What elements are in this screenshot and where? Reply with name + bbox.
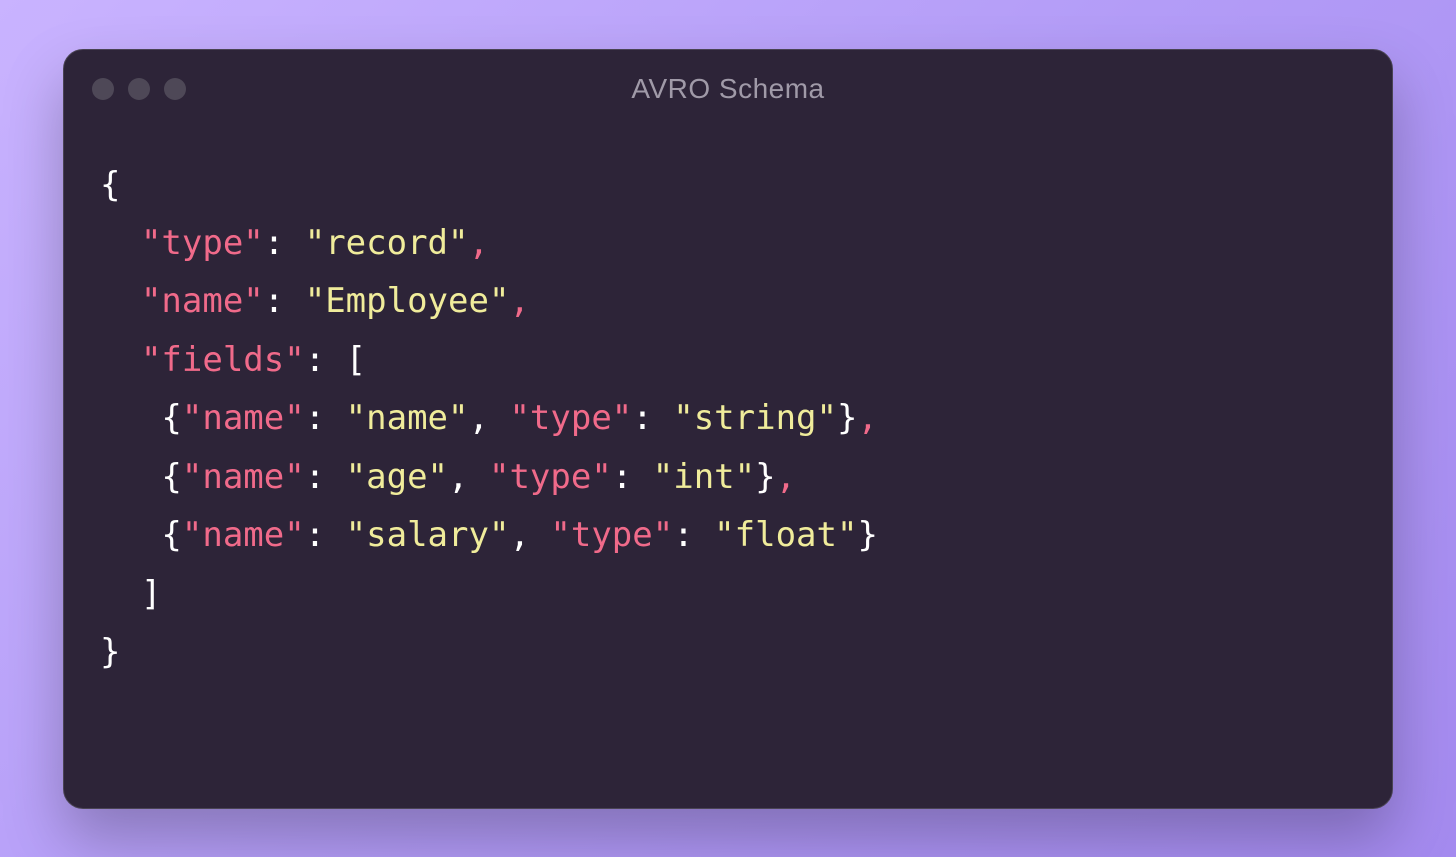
colon: : xyxy=(305,340,346,380)
field3-name-val: "salary" xyxy=(346,515,510,555)
colon: : xyxy=(264,223,305,263)
bracket-open: [ xyxy=(346,340,366,380)
window-title: AVRO Schema xyxy=(631,73,824,105)
brace-close: } xyxy=(755,457,775,497)
code-content: { "type": "record", "name": "Employee", … xyxy=(64,128,1392,808)
brace-close: } xyxy=(100,632,120,672)
field2-name-val: "age" xyxy=(346,457,448,497)
code-window: AVRO Schema { "type": "record", "name": … xyxy=(63,49,1393,809)
minimize-icon[interactable] xyxy=(128,78,150,100)
field2-type-key: "type" xyxy=(489,457,612,497)
sep: , xyxy=(509,515,550,555)
maximize-icon[interactable] xyxy=(164,78,186,100)
traffic-lights xyxy=(92,78,186,100)
colon: : xyxy=(305,515,346,555)
brace-open: { xyxy=(161,457,181,497)
val-employee: "Employee" xyxy=(305,281,510,321)
sep: , xyxy=(469,398,510,438)
brace-close: } xyxy=(857,515,877,555)
key-fields: "fields" xyxy=(141,340,305,380)
field1-name-key: "name" xyxy=(182,398,305,438)
field1-type-val: "string" xyxy=(673,398,837,438)
val-record: "record" xyxy=(305,223,469,263)
bracket-close: ] xyxy=(141,574,161,614)
brace-open: { xyxy=(161,398,181,438)
field3-type-val: "float" xyxy=(714,515,857,555)
brace-open: { xyxy=(161,515,181,555)
field3-name-key: "name" xyxy=(182,515,305,555)
brace-close: } xyxy=(837,398,857,438)
field2-name-key: "name" xyxy=(182,457,305,497)
comma: , xyxy=(509,281,529,321)
comma: , xyxy=(468,223,488,263)
comma: , xyxy=(857,398,877,438)
key-type: "type" xyxy=(141,223,264,263)
field1-name-val: "name" xyxy=(346,398,469,438)
colon: : xyxy=(673,515,714,555)
colon: : xyxy=(305,457,346,497)
close-icon[interactable] xyxy=(92,78,114,100)
colon: : xyxy=(632,398,673,438)
comma: , xyxy=(776,457,796,497)
field1-type-key: "type" xyxy=(509,398,632,438)
titlebar: AVRO Schema xyxy=(64,50,1392,128)
sep: , xyxy=(448,457,489,497)
colon: : xyxy=(612,457,653,497)
field3-type-key: "type" xyxy=(550,515,673,555)
field2-type-val: "int" xyxy=(653,457,755,497)
colon: : xyxy=(305,398,346,438)
brace-open: { xyxy=(100,165,120,205)
key-name: "name" xyxy=(141,281,264,321)
colon: : xyxy=(264,281,305,321)
